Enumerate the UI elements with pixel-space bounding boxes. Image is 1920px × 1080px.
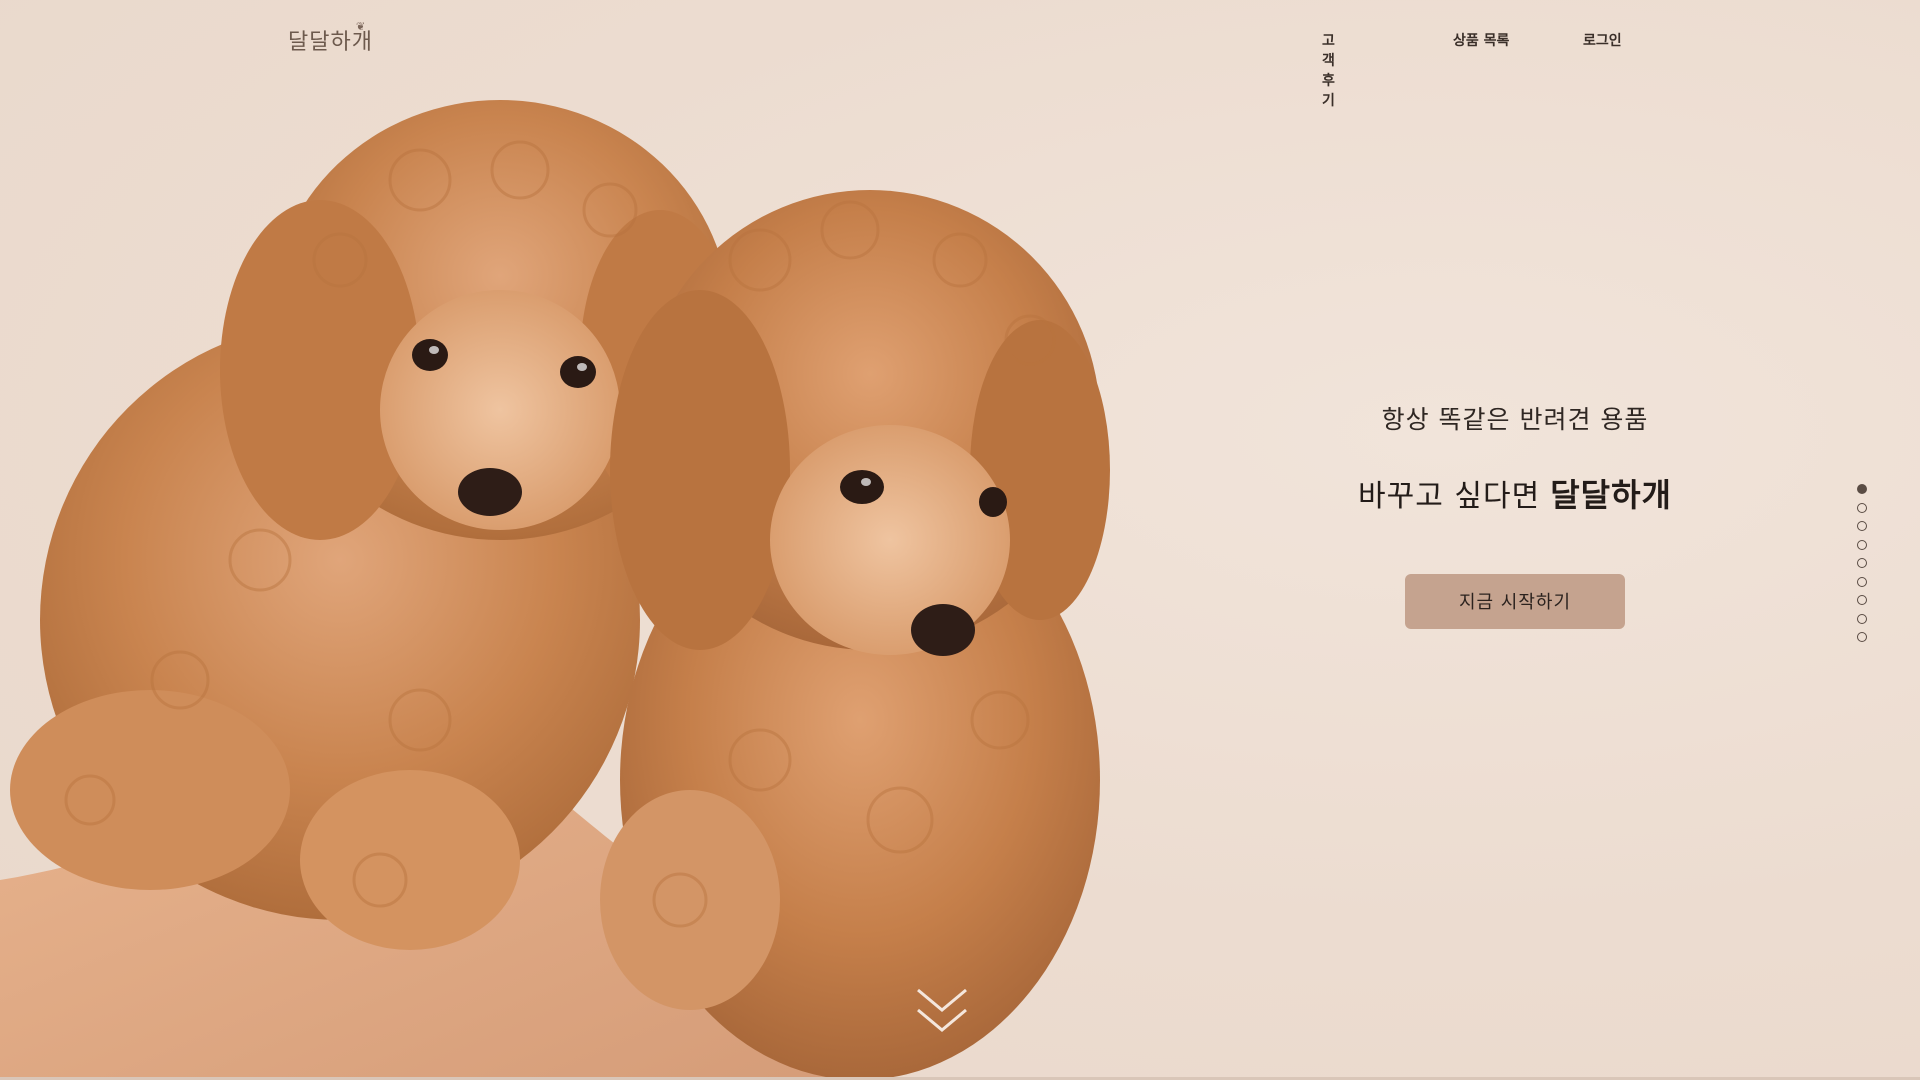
hero-headline-brand: 달달하개 <box>1550 476 1672 514</box>
section-dot-1[interactable] <box>1857 484 1867 494</box>
hero-headline-prefix: 바꾸고 싶다면 <box>1358 479 1541 514</box>
hero-photo <box>0 100 1110 1080</box>
chevron-double-down-icon[interactable] <box>912 984 972 1038</box>
section-dot-3[interactable] <box>1857 521 1867 531</box>
section-dot-7[interactable] <box>1857 595 1867 605</box>
nav-link-reviews[interactable]: 고객 후기 <box>1322 30 1335 110</box>
nav-link-login[interactable]: 로그인 <box>1583 30 1643 50</box>
hero-subtitle: 항상 똑같은 반려견 용품 <box>1381 405 1649 434</box>
section-dot-9[interactable] <box>1857 632 1867 642</box>
section-dot-2[interactable] <box>1857 502 1867 513</box>
paw-icon: ❦ <box>356 20 366 33</box>
nav-link-products[interactable]: 상품 목록 <box>1453 30 1533 50</box>
section-dot-6[interactable] <box>1857 576 1867 587</box>
section-dot-4[interactable] <box>1857 539 1867 550</box>
section-dot-8[interactable] <box>1857 613 1867 624</box>
site-header: 달달하개 ❦ 고객 후기 상품 목록 로그인 <box>0 0 1920 109</box>
section-dot-5[interactable] <box>1857 558 1867 568</box>
landing-page: 달달하개 ❦ 고객 후기 상품 목록 로그인 항상 똑같은 반려견 용품 바꾸고… <box>0 0 1920 1080</box>
start-now-button[interactable]: 지금 시작하기 <box>1405 574 1625 629</box>
hero-copy: 항상 똑같은 반려견 용품 바꾸고 싶다면 달달하개 지금 시작하기 <box>1300 400 1730 629</box>
hero-headline: 바꾸고 싶다면 달달하개 <box>1300 470 1730 516</box>
section-pagination <box>1857 484 1869 651</box>
